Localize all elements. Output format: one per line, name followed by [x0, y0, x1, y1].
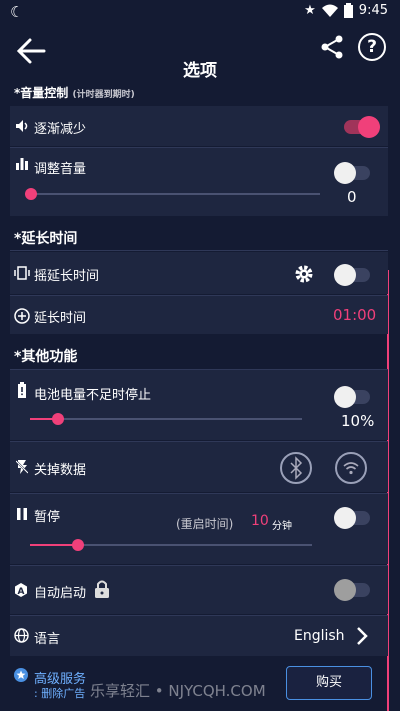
language-value: English — [294, 628, 345, 644]
bluetooth-toggle[interactable] — [280, 452, 312, 484]
status-bar: ☾ ★ 9:45 — [0, 0, 400, 24]
battery-stop-toggle[interactable] — [334, 386, 370, 408]
speaker-icon — [16, 120, 28, 132]
fade-out-label: 逐渐减少 — [34, 122, 87, 137]
premium-subtitle: : 删除广告 — [34, 687, 86, 700]
star-badge-icon — [14, 668, 28, 682]
pause-icon — [17, 508, 27, 520]
disable-data-label: 关掉数据 — [34, 463, 87, 478]
extend-section-title: *延长时间 — [14, 231, 78, 247]
volume-section-title: *音量控制 (计时器到期时) — [14, 86, 135, 100]
restart-time-label: (重启时间) — [176, 517, 234, 531]
flash-off-icon — [16, 460, 28, 474]
fade-out-toggle[interactable] — [344, 116, 380, 138]
star-icon: ★ — [304, 3, 316, 18]
volume-value: 0 — [347, 188, 357, 206]
moon-icon: ☾ — [10, 3, 24, 21]
fade-out-row[interactable]: 逐渐减少 — [10, 106, 388, 146]
chevron-right-icon — [357, 627, 368, 645]
gear-icon[interactable] — [294, 264, 314, 284]
minutes-unit: 分钟 — [272, 521, 292, 532]
volume-slider-thumb[interactable] — [25, 188, 37, 200]
buy-button[interactable]: 购买 — [286, 666, 372, 700]
globe-icon — [14, 628, 29, 643]
wifi-icon — [343, 462, 359, 475]
battery-value: 10% — [341, 412, 375, 430]
volume-slider[interactable] — [25, 188, 320, 200]
language-label: 语言 — [34, 632, 61, 647]
add-circle-icon — [14, 308, 30, 324]
divider — [10, 250, 388, 251]
bar-chart-icon — [16, 158, 28, 170]
vibrate-icon — [14, 266, 30, 280]
battery-slider-thumb[interactable] — [52, 413, 64, 425]
bluetooth-icon — [290, 456, 303, 480]
wifi-toggle[interactable] — [335, 452, 367, 484]
other-section-title: *其他功能 — [14, 349, 78, 365]
auto-start-icon: A — [15, 583, 27, 597]
extend-time-label: 延长时间 — [34, 311, 87, 326]
auto-start-row: A 自动启动 — [10, 566, 388, 614]
adjust-volume-label: 调整音量 — [34, 162, 87, 177]
disable-data-row: 关掉数据 — [10, 442, 388, 492]
clock-text: 9:45 — [358, 3, 388, 18]
adjust-volume-toggle[interactable] — [334, 162, 370, 184]
help-icon[interactable]: ? — [358, 33, 386, 61]
auto-start-toggle[interactable] — [334, 579, 370, 601]
pause-slider-thumb[interactable] — [72, 539, 84, 551]
battery-stop-row: 电池电量不足时停止 10% — [10, 370, 388, 440]
restart-minutes[interactable]: 10 — [251, 513, 269, 529]
auto-start-label: 自动启动 — [34, 586, 87, 601]
battery-icon — [343, 3, 353, 18]
extend-time-row[interactable]: 延长时间 01:00 — [10, 296, 388, 334]
pause-slider[interactable] — [30, 539, 312, 551]
battery-slider[interactable] — [30, 413, 302, 425]
pause-label: 暂停 — [34, 510, 61, 525]
battery-alert-icon — [18, 382, 26, 398]
pause-row: 暂停 (重启时间) 10 分钟 — [10, 494, 388, 564]
watermark: 乐享轻汇 • NJYCQH.COM — [90, 682, 266, 700]
svg-text:A: A — [18, 587, 25, 597]
battery-stop-label: 电池电量不足时停止 — [34, 388, 152, 403]
shake-extend-label: 摇延长时间 — [34, 269, 100, 284]
lock-icon — [95, 580, 109, 598]
language-row[interactable]: 语言 English — [10, 616, 388, 656]
pause-toggle[interactable] — [334, 507, 370, 529]
share-icon[interactable] — [319, 34, 345, 60]
wifi-icon — [321, 4, 338, 17]
adjust-volume-row: 调整音量 0 — [10, 148, 388, 216]
extend-time-value[interactable]: 01:00 — [333, 306, 376, 324]
shake-extend-toggle[interactable] — [334, 264, 370, 286]
shake-extend-row[interactable]: 摇延长时间 — [10, 252, 388, 294]
app-bar: 选项 ? — [0, 24, 400, 84]
